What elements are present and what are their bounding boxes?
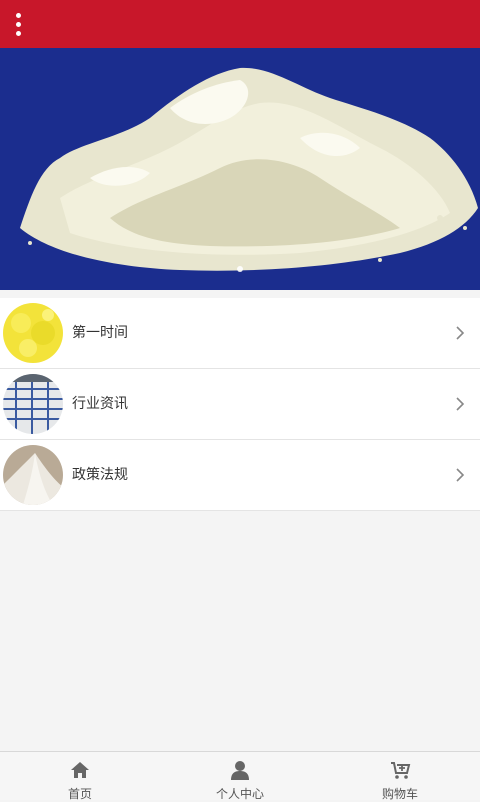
chevron-right-icon: [456, 326, 465, 340]
tab-label: 首页: [67, 787, 92, 801]
tab-label: 购物车: [381, 787, 418, 801]
list-item-label: 第一时间: [72, 325, 128, 341]
bottom-tab-bar: 首页 个人中心 购物车: [0, 751, 480, 801]
tab-cart[interactable]: 购物车: [320, 752, 480, 801]
top-bar: [0, 0, 480, 48]
category-list: 第一时间 行业资讯 政策法规: [0, 298, 480, 511]
chevron-right-icon: [456, 397, 465, 411]
list-item[interactable]: 政策法规: [0, 440, 480, 511]
cart-icon: [391, 762, 411, 779]
tab-home[interactable]: 首页: [0, 752, 160, 801]
list-item[interactable]: 行业资讯: [0, 369, 480, 440]
chevron-right-icon: [456, 468, 465, 482]
user-icon: [231, 761, 249, 780]
carousel-dot-active[interactable]: [237, 266, 243, 272]
powder-banner-image: [0, 48, 480, 290]
home-icon: [71, 762, 89, 778]
list-item[interactable]: 第一时间: [0, 298, 480, 369]
carousel-indicator: [0, 257, 480, 276]
tab-profile[interactable]: 个人中心: [160, 752, 320, 801]
yellow-powder-thumbnail: [3, 303, 63, 363]
list-item-label: 政策法规: [72, 467, 128, 483]
list-item-label: 行业资讯: [72, 396, 128, 412]
white-powder-thumbnail: [3, 445, 63, 505]
banner-carousel[interactable]: [0, 48, 480, 290]
striped-bags-thumbnail: [3, 374, 63, 434]
tab-label: 个人中心: [215, 787, 264, 801]
more-vertical-icon[interactable]: [8, 8, 28, 40]
